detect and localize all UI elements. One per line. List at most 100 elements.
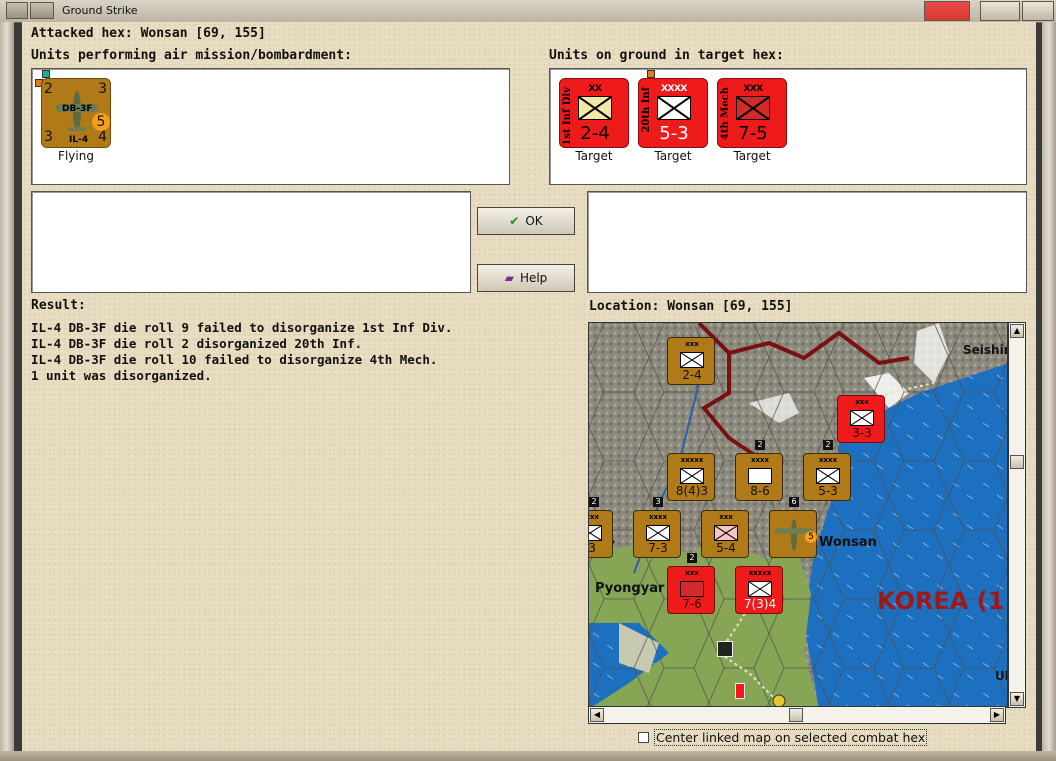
air-unit-status: Flying — [58, 149, 94, 163]
stack-count: 2 — [823, 440, 833, 450]
stack-count: 3 — [653, 497, 663, 507]
map-unit[interactable]: xxxx-3 — [588, 510, 613, 558]
right-frame — [1042, 22, 1056, 761]
dialog-content: Attacked hex: Wonsan [69, 155] Units per… — [22, 22, 1036, 751]
mini-map[interactable]: Seishin Wonsan Pyongyar KOREA (1 Ul xxx 2… — [588, 322, 1008, 708]
center-linked-label[interactable]: Center linked map on selected combat hex — [654, 729, 928, 746]
scroll-thumb[interactable] — [1010, 455, 1024, 469]
stack-count: 2 — [687, 553, 697, 563]
map-unit[interactable]: xxxx 8-6 — [735, 453, 783, 501]
center-linked-checkbox[interactable] — [638, 732, 649, 743]
ground-unit-counter-3[interactable]: 4th Mech XXX 7-5 — [717, 78, 787, 148]
map-unit[interactable]: xxx 2-4 — [667, 337, 715, 385]
bottom-frame — [0, 751, 1056, 761]
infantry-symbol-icon — [657, 96, 691, 120]
map-vertical-scrollbar[interactable]: ▲ ▼ — [1008, 322, 1026, 708]
title-bar[interactable]: Ground Strike — [0, 0, 1056, 23]
result-line: IL-4 DB-3F die roll 10 failed to disorga… — [31, 352, 438, 367]
map-region-label: KOREA (1 — [877, 587, 1005, 615]
ground-unit-strength: 7-5 — [738, 123, 768, 144]
ground-unit-strength: 2-4 — [580, 123, 610, 144]
ground-unit-status: Target — [575, 149, 613, 163]
map-unit[interactable]: xxxxx 8(4)3 — [667, 453, 715, 501]
checkmark-icon: ✔ — [509, 214, 520, 228]
help-book-icon: ▰ — [504, 271, 514, 285]
map-city-label: Pyongyar — [595, 581, 665, 596]
ground-unit-echelon: XX — [588, 84, 602, 94]
air-detail-panel — [31, 191, 471, 293]
close-button[interactable] — [1022, 1, 1054, 21]
map-unit-value: 5-4 — [716, 541, 736, 555]
status-dot — [647, 70, 655, 78]
result-label: Result: — [31, 298, 86, 313]
infantry-symbol-icon — [578, 96, 612, 120]
map-unit[interactable]: xxx 3-3 — [837, 395, 885, 443]
map-unit-value: -3 — [588, 541, 596, 555]
attacked-hex-label: Attacked hex: Wonsan [69, 155] — [31, 26, 266, 41]
map-unit-value: 8(4)3 — [675, 484, 709, 498]
air-unit-bl: 3 — [44, 129, 53, 145]
map-horizontal-scrollbar[interactable]: ◀ ▶ — [588, 706, 1006, 724]
stack-count: 6 — [789, 497, 799, 507]
air-unit-name: DB-3F — [62, 104, 93, 114]
help-label: Help — [519, 271, 548, 285]
ground-unit-strength: 5-3 — [659, 123, 689, 144]
map-unit-value: 5-3 — [818, 484, 838, 498]
map-air-unit[interactable]: 5 — [769, 510, 817, 558]
air-units-label: Units performing air mission/bombardment… — [31, 48, 352, 63]
left-frame — [0, 22, 14, 761]
map-unit[interactable]: xxxx 7-3 — [633, 510, 681, 558]
map-unit-value: 2-4 — [682, 368, 702, 382]
scroll-left-arrow-icon[interactable]: ◀ — [590, 708, 604, 722]
system-menu-icon[interactable] — [6, 2, 28, 19]
map-city-label: Ul — [995, 669, 1008, 683]
ground-unit-counter-1[interactable]: 1st Inf Div XX 2-4 — [559, 78, 629, 148]
result-line: IL-4 DB-3F die roll 9 failed to disorgan… — [31, 320, 453, 335]
stack-count: 2 — [589, 497, 599, 507]
scroll-up-arrow-icon[interactable]: ▲ — [1010, 324, 1024, 338]
air-units-panel: 2 3 3 4 DB-3F IL-4 5 Flying — [31, 68, 510, 185]
map-city-label: Wonsan — [819, 535, 877, 550]
ground-unit-status: Target — [733, 149, 771, 163]
map-unit[interactable]: xxxx 5-3 — [803, 453, 851, 501]
scroll-thumb[interactable] — [789, 708, 803, 722]
ok-button[interactable]: ✔ OK — [477, 207, 575, 235]
map-unit-value: 7-3 — [648, 541, 668, 555]
hammer-sickle-icon — [924, 1, 970, 21]
map-unit-value: 7(3)4 — [743, 597, 777, 611]
map-unit-value: 7-6 — [682, 597, 702, 611]
location-label: Location: Wonsan [69, 155] — [589, 299, 793, 314]
air-unit-sub: IL-4 — [69, 135, 89, 145]
title-ornament — [30, 2, 54, 19]
air-unit-badge: 5 — [92, 113, 110, 131]
mechanized-symbol-icon — [736, 96, 770, 120]
ok-label: OK — [525, 214, 543, 228]
scroll-down-arrow-icon[interactable]: ▼ — [1010, 692, 1024, 706]
ground-unit-status: Target — [654, 149, 692, 163]
map-unit[interactable]: xxx 5-4 — [701, 510, 749, 558]
map-unit-value: 3-3 — [852, 426, 872, 440]
result-line: IL-4 DB-3F die roll 2 disorganized 20th … — [31, 336, 363, 351]
ground-strike-window: Ground Strike Attacked hex: Wonsan [69, … — [0, 0, 1056, 761]
window-title: Ground Strike — [62, 4, 138, 17]
status-dot — [42, 70, 50, 78]
scroll-right-arrow-icon[interactable]: ▶ — [990, 708, 1004, 722]
result-line: 1 unit was disorganized. — [31, 368, 212, 383]
maximize-button[interactable] — [980, 1, 1020, 21]
ground-unit-counter-2[interactable]: 20th Inf XXXX 5-3 — [638, 78, 708, 148]
ground-unit-echelon: XXX — [743, 84, 763, 94]
map-marker-icon — [735, 683, 745, 699]
air-unit-tl: 2 — [44, 81, 53, 97]
help-button[interactable]: ▰ Help — [477, 264, 575, 292]
stack-count: 2 — [755, 440, 765, 450]
air-unit-counter[interactable]: 2 3 3 4 DB-3F IL-4 5 — [41, 78, 111, 148]
ground-units-panel: 1st Inf Div XX 2-4 Target 20th Inf XXXX … — [549, 68, 1027, 185]
ground-detail-panel — [587, 191, 1027, 293]
map-unit[interactable]: xxxxx 7(3)4 — [735, 566, 783, 614]
map-city-label: Seishin — [963, 343, 1008, 357]
ground-units-label: Units on ground in target hex: — [549, 48, 784, 63]
map-unit[interactable]: xxx 7-6 — [667, 566, 715, 614]
map-marker-icon — [717, 641, 733, 657]
ground-unit-echelon: XXXX — [661, 84, 687, 94]
map-unit-value: 8-6 — [750, 484, 770, 498]
